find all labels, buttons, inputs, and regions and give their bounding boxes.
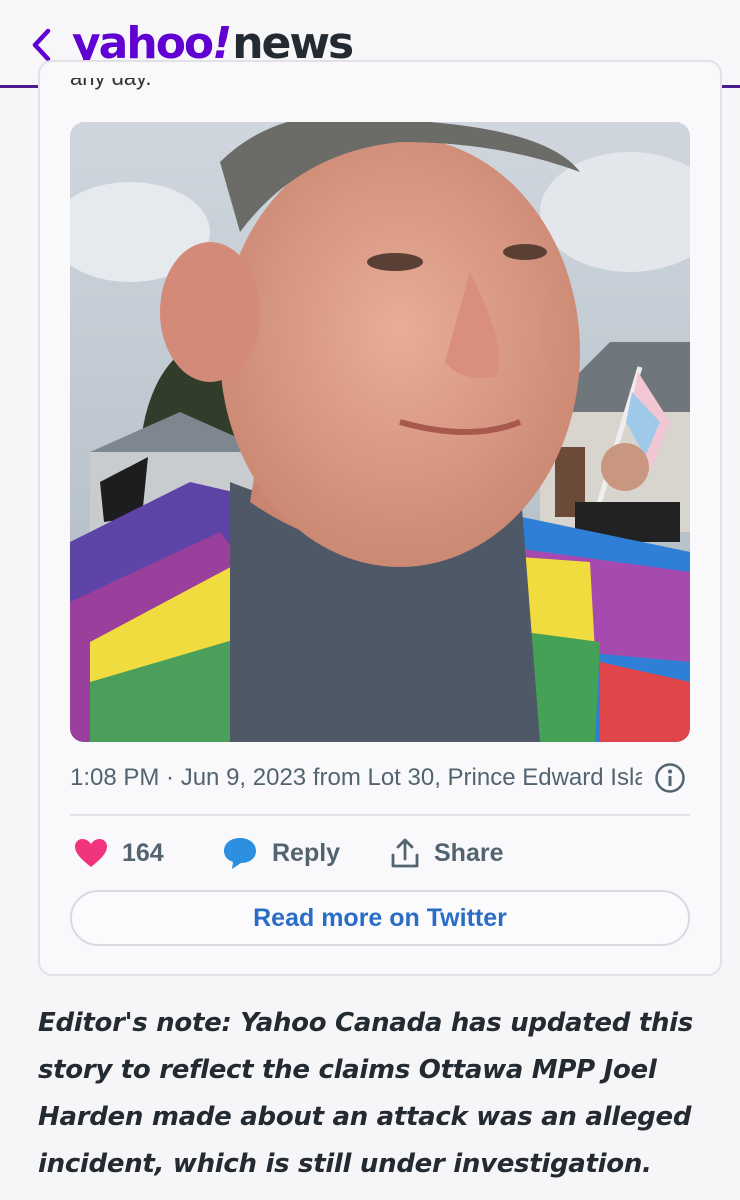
info-icon[interactable] [654,762,686,794]
speech-bubble-icon [224,838,256,869]
tweet-text-partial: any day. [70,78,152,92]
reply-button[interactable]: Reply [222,830,340,876]
tweet-divider [70,814,690,816]
editor-note: Editor's note: Yahoo Canada has updated … [38,1008,693,1179]
share-button[interactable]: Share [390,830,503,876]
back-button[interactable] [24,26,58,64]
like-button[interactable]: 164 [74,830,164,876]
photo-illustration [70,122,690,742]
share-icon [391,838,419,868]
read-more-on-twitter-button[interactable]: Read more on Twitter [70,890,690,946]
tweet-timestamp: 1:08 PM · Jun 9, 2023 from Lot 30, Princ… [70,764,642,791]
tweet-photo[interactable] [70,122,690,742]
like-count: 164 [122,838,164,867]
share-label: Share [434,838,504,867]
tweet-meta: 1:08 PM · Jun 9, 2023 from Lot 30, Princ… [70,758,690,798]
reply-label: Reply [272,838,341,867]
heart-icon [75,839,107,867]
tweet-actions: 164 Reply Share [70,830,690,876]
chevron-left-icon [32,28,51,62]
